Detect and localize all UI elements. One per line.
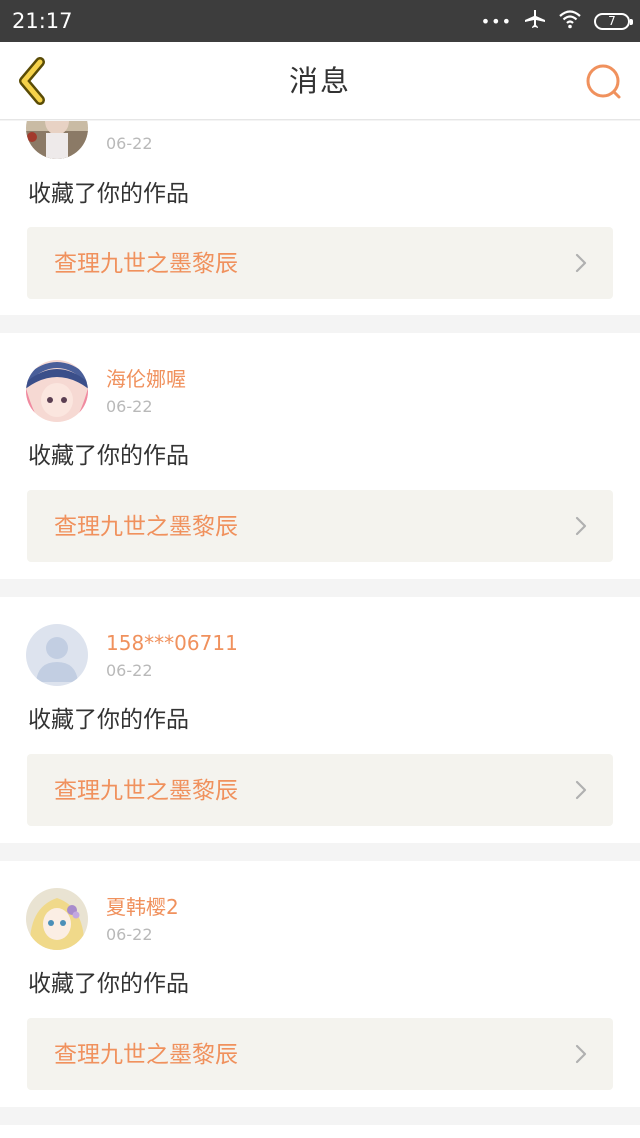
avatar[interactable] [26,624,88,686]
notification-card: 158***06711 06-22 收藏了你的作品 查理九世之墨黎辰 [0,597,640,843]
username[interactable]: 夏韩樱2 [106,894,179,920]
search-button[interactable] [584,62,624,102]
work-title: 查理九世之墨黎辰 [54,778,238,804]
more-dots-icon: ••• [480,11,512,31]
notification-card: 06-22 收藏了你的作品 查理九世之墨黎辰 [0,121,640,315]
username[interactable]: 海伦娜喔 [106,366,186,392]
page-title: 消息 [288,64,351,98]
action-text: 收藏了你的作品 [28,707,189,733]
work-link[interactable]: 查理九世之墨黎辰 [27,754,613,826]
avatar[interactable] [26,121,88,159]
airplane-icon [524,9,546,33]
notification-card [0,1125,640,1138]
search-icon [584,64,624,106]
battery-icon: 7 [594,12,633,30]
chevron-right-icon [575,1044,587,1064]
action-text: 收藏了你的作品 [28,181,189,207]
date: 06-22 [106,661,153,680]
status-bar: 21:17 ••• 7 [0,0,640,42]
action-text: 收藏了你的作品 [28,971,189,997]
username[interactable]: 158***06711 [106,630,238,656]
date: 06-22 [106,925,153,944]
wifi-icon [558,9,582,33]
work-link[interactable]: 查理九世之墨黎辰 [27,1018,613,1090]
notification-card: 海伦娜喔 06-22 收藏了你的作品 查理九世之墨黎辰 [0,333,640,579]
chevron-right-icon [575,253,587,273]
work-title: 查理九世之墨黎辰 [54,1042,238,1068]
work-link[interactable]: 查理九世之墨黎辰 [27,227,613,299]
work-title: 查理九世之墨黎辰 [54,514,238,540]
notification-card: 夏韩樱2 06-22 收藏了你的作品 查理九世之墨黎辰 [0,861,640,1107]
date: 06-22 [106,397,153,416]
status-icons: ••• 7 [480,9,633,33]
header: 消息 [0,42,640,120]
action-text: 收藏了你的作品 [28,443,189,469]
notification-list[interactable]: 06-22 收藏了你的作品 查理九世之墨黎辰 海伦娜喔 06-22 收藏了你的作… [0,121,640,1138]
avatar[interactable] [26,360,88,422]
chevron-right-icon [575,516,587,536]
date: 06-22 [106,134,153,153]
work-title: 查理九世之墨黎辰 [54,251,238,277]
work-link[interactable]: 查理九世之墨黎辰 [27,490,613,562]
avatar[interactable] [26,888,88,950]
chevron-right-icon [575,780,587,800]
status-time: 21:17 [12,9,73,33]
